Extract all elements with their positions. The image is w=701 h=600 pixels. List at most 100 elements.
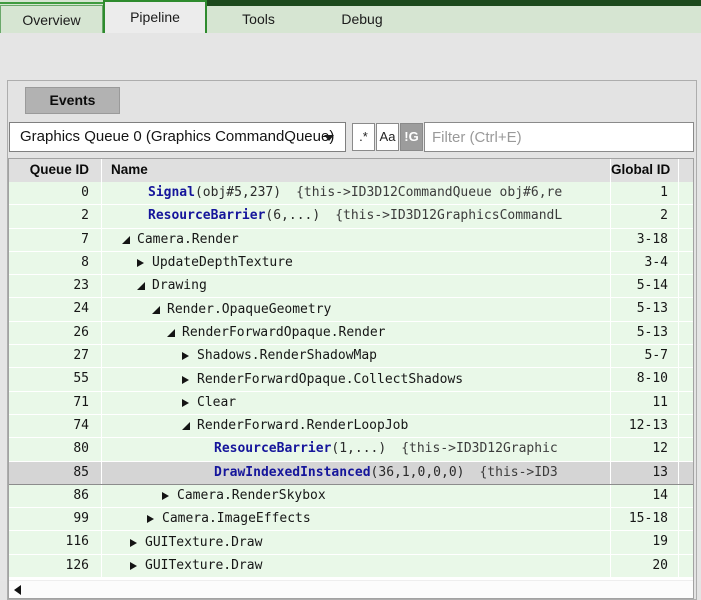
event-name-cell: DrawIndexedInstanced(36,1,0,0,0) {this->I… (102, 462, 611, 484)
tree-collapsed-icon[interactable] (130, 531, 145, 553)
event-row[interactable]: 23Drawing5-14 (9, 275, 693, 298)
event-row[interactable]: 2ResourceBarrier(6,...){this->ID3D12Grap… (9, 205, 693, 228)
top-tab-bar: Overview Pipeline Tools Debug (0, 0, 701, 33)
global-id-cell: 12 (611, 438, 679, 460)
gutter-cell (679, 531, 693, 553)
main-area: Events Graphics Queue 0 (Graphics Comman… (0, 33, 701, 581)
triangle-glyph (167, 329, 175, 337)
event-row[interactable]: 80ResourceBarrier(1,...){this->ID3D12Gra… (9, 438, 693, 461)
table-body: 0Signal(obj#5,237){this->ID3D12CommandQu… (9, 182, 693, 578)
event-row[interactable]: 85DrawIndexedInstanced(36,1,0,0,0){this-… (9, 462, 693, 485)
marker-label: RenderForward.RenderLoopJob (197, 415, 408, 437)
queue-dropdown-value: Graphics Queue 0 (Graphics CommandQueue) (20, 128, 334, 145)
tree-collapsed-icon[interactable] (182, 345, 197, 367)
queue-id-cell: 26 (9, 322, 102, 344)
tab-events[interactable]: Events (25, 87, 120, 114)
event-name-cell: RenderForwardOpaque.CollectShadows (102, 368, 611, 390)
global-id-cell: 1 (611, 182, 679, 204)
scroll-left-button[interactable] (9, 581, 25, 598)
event-name-cell: UpdateDepthTexture (102, 252, 611, 274)
column-header-name[interactable]: Name (102, 159, 611, 182)
event-row[interactable]: 27Shadows.RenderShadowMap5-7 (9, 345, 693, 368)
tree-collapsed-icon[interactable] (182, 368, 197, 390)
event-row[interactable]: 55RenderForwardOpaque.CollectShadows8-10 (9, 368, 693, 391)
column-header-global-id[interactable]: Global ID (611, 159, 679, 182)
event-name-cell: RenderForwardOpaque.Render (102, 322, 611, 344)
queue-id-cell: 126 (9, 555, 102, 577)
event-row[interactable]: 26RenderForwardOpaque.Render5-13 (9, 322, 693, 345)
global-id-cell: 3-18 (611, 229, 679, 251)
case-sensitive-toggle-button[interactable]: Aa (376, 123, 399, 151)
global-id-cell: 2 (611, 205, 679, 227)
queue-id-cell: 8 (9, 252, 102, 274)
event-row[interactable]: 8UpdateDepthTexture3-4 (9, 252, 693, 275)
chevron-down-icon (324, 135, 334, 141)
tree-expanded-icon[interactable] (137, 275, 152, 297)
queue-id-cell: 80 (9, 438, 102, 460)
global-id-cell: 13 (611, 462, 679, 484)
tree-expanded-icon[interactable] (182, 415, 197, 437)
event-row[interactable]: 7Camera.Render3-18 (9, 229, 693, 252)
column-header-queue-id[interactable]: Queue ID (9, 159, 102, 182)
queue-id-cell: 7 (9, 229, 102, 251)
event-name-cell: ResourceBarrier(1,...){this->ID3D12Graph… (102, 438, 611, 460)
tree-expanded-icon[interactable] (167, 322, 182, 344)
triangle-glyph (147, 515, 154, 523)
tab-pipeline[interactable]: Pipeline (103, 0, 207, 33)
tree-expanded-icon[interactable] (122, 229, 137, 251)
global-id-cell: 20 (611, 555, 679, 577)
global-id-cell: 12-13 (611, 415, 679, 437)
queue-id-cell: 23 (9, 275, 102, 297)
queue-id-cell: 24 (9, 298, 102, 320)
queue-id-cell: 71 (9, 392, 102, 414)
event-row[interactable]: 24Render.OpaqueGeometry5-13 (9, 298, 693, 321)
queue-id-cell: 116 (9, 531, 102, 553)
regex-toggle-button[interactable]: .* (352, 123, 375, 151)
api-call-annotation: {this->ID3 (479, 462, 557, 484)
event-row[interactable]: 71Clear11 (9, 392, 693, 415)
global-id-cell: 15-18 (611, 508, 679, 530)
global-id-cell: 3-4 (611, 252, 679, 274)
tree-expanded-icon[interactable] (152, 298, 167, 320)
column-header-gutter (679, 159, 693, 182)
tree-collapsed-icon[interactable] (137, 252, 152, 274)
horizontal-scrollbar[interactable] (9, 580, 693, 598)
marker-label: RenderForwardOpaque.CollectShadows (197, 369, 463, 391)
queue-dropdown[interactable]: Graphics Queue 0 (Graphics CommandQueue) (9, 122, 346, 152)
tree-collapsed-icon[interactable] (162, 485, 177, 507)
queue-id-cell: 0 (9, 182, 102, 204)
api-call-name: DrawIndexedInstanced (214, 462, 371, 484)
event-row[interactable]: 99 Camera.ImageEffects 15-18 (9, 508, 693, 531)
global-id-cell: 5-7 (611, 345, 679, 367)
api-call-annotation: {this->ID3D12GraphicsCommandL (335, 205, 562, 227)
global-id-cell: 11 (611, 392, 679, 414)
marker-label: GUITexture.Draw (145, 555, 262, 577)
filter-input[interactable] (424, 122, 694, 152)
event-row[interactable]: 0Signal(obj#5,237){this->ID3D12CommandQu… (9, 182, 693, 205)
tree-collapsed-icon[interactable] (130, 555, 145, 577)
event-name-cell: Clear (102, 392, 611, 414)
tab-overview[interactable]: Overview (0, 5, 103, 33)
event-row[interactable]: 126 GUITexture.Draw 20 (9, 555, 693, 578)
queue-id-cell: 99 (9, 508, 102, 530)
tab-tools[interactable]: Tools (207, 5, 310, 33)
api-call-name: Signal (148, 182, 195, 204)
glob-toggle-button[interactable]: !G (400, 123, 423, 151)
event-row[interactable]: 86Camera.RenderSkybox14 (9, 485, 693, 508)
tab-debug[interactable]: Debug (310, 5, 414, 33)
triangle-glyph (162, 492, 169, 500)
tabbar-accent-line (0, 2, 104, 4)
gutter-cell (679, 462, 693, 484)
triangle-glyph (152, 306, 160, 314)
queue-id-cell: 55 (9, 368, 102, 390)
marker-label: Camera.ImageEffects (162, 508, 311, 530)
event-row[interactable]: 116GUITexture.Draw19 (9, 531, 693, 554)
api-call-params: (36,1,0,0,0) (371, 462, 465, 484)
gutter-cell (679, 508, 693, 530)
event-name-cell: Camera.ImageEffects (102, 508, 611, 530)
triangle-glyph (182, 376, 189, 384)
tree-collapsed-icon[interactable] (147, 508, 162, 530)
tree-collapsed-icon[interactable] (182, 392, 197, 414)
event-row[interactable]: 74RenderForward.RenderLoopJob12-13 (9, 415, 693, 438)
gutter-cell (679, 275, 693, 297)
